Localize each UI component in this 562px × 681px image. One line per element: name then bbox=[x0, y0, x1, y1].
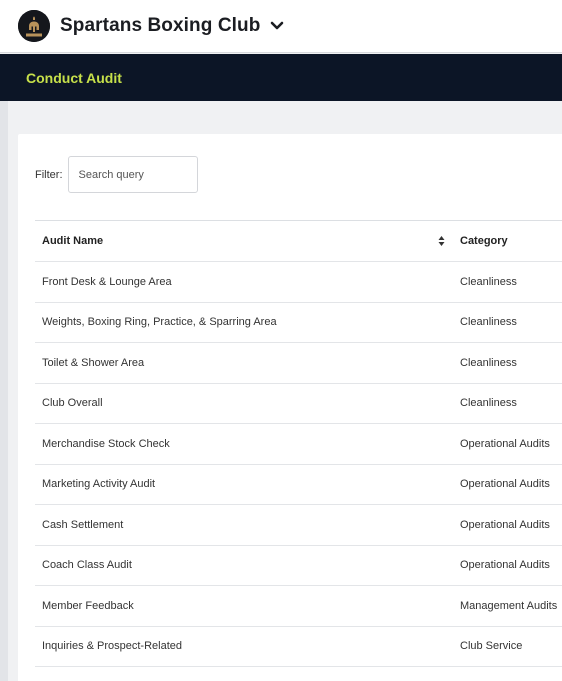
table-row[interactable]: Inquiries & Prospect-Related Club Servic… bbox=[35, 627, 562, 667]
category-cell: Cleanliness bbox=[460, 316, 517, 329]
filter-row: Filter: bbox=[35, 156, 198, 193]
chevron-down-icon[interactable] bbox=[270, 21, 284, 31]
column-header-category[interactable]: Category bbox=[453, 235, 562, 247]
category-cell: Management Audits bbox=[460, 599, 558, 612]
audit-name-cell: Club Overall bbox=[42, 397, 103, 410]
nav-bar: Conduct Audit bbox=[0, 54, 562, 101]
column-header-audit-name[interactable]: Audit Name bbox=[35, 235, 453, 247]
category-cell: Operational Audits bbox=[460, 518, 550, 531]
table-row[interactable]: Coach Class Audit Operational Audits bbox=[35, 546, 562, 586]
table-row[interactable]: Cash Settlement Operational Audits bbox=[35, 505, 562, 546]
category-cell: Operational Audits bbox=[460, 559, 550, 572]
sort-icon[interactable] bbox=[438, 236, 445, 247]
table-row[interactable]: Toilet & Shower Area Cleanliness bbox=[35, 343, 562, 384]
audit-name-cell: Cash Settlement bbox=[42, 518, 124, 531]
category-cell: Club Service bbox=[460, 640, 523, 653]
table-row[interactable]: Club Overall Cleanliness bbox=[35, 384, 562, 424]
category-cell: Cleanliness bbox=[460, 356, 517, 369]
category-cell: Cleanliness bbox=[460, 275, 517, 288]
audit-card: Filter: Audit Name Category Front Desk &… bbox=[18, 134, 562, 681]
table-header: Audit Name Category bbox=[35, 221, 562, 262]
audit-name-cell: Toilet & Shower Area bbox=[42, 356, 145, 369]
top-bar: Spartans Boxing Club bbox=[0, 0, 562, 53]
column-header-label: Category bbox=[460, 235, 508, 247]
table-row[interactable]: Marketing Activity Audit Operational Aud… bbox=[35, 465, 562, 505]
table-row[interactable]: Merchandise Stock Check Operational Audi… bbox=[35, 424, 562, 465]
audit-table: Audit Name Category Front Desk & Lounge … bbox=[35, 220, 562, 667]
spartan-helmet-icon bbox=[18, 10, 50, 42]
category-cell: Cleanliness bbox=[460, 397, 517, 410]
audit-name-cell: Front Desk & Lounge Area bbox=[42, 275, 172, 288]
category-cell: Operational Audits bbox=[460, 437, 550, 450]
side-strip bbox=[0, 101, 8, 681]
table-row[interactable]: Weights, Boxing Ring, Practice, & Sparri… bbox=[35, 303, 562, 343]
search-input[interactable] bbox=[67, 156, 198, 193]
audit-name-cell: Weights, Boxing Ring, Practice, & Sparri… bbox=[42, 316, 277, 329]
audit-name-cell: Merchandise Stock Check bbox=[42, 437, 170, 450]
audit-name-cell: Marketing Activity Audit bbox=[42, 478, 156, 491]
club-logo[interactable] bbox=[18, 10, 50, 42]
table-row[interactable]: Member Feedback Management Audits bbox=[35, 586, 562, 627]
category-cell: Operational Audits bbox=[460, 478, 550, 491]
audit-name-cell: Member Feedback bbox=[42, 599, 134, 612]
filter-label: Filter: bbox=[35, 168, 63, 181]
page-title: Conduct Audit bbox=[26, 69, 122, 86]
audit-name-cell: Coach Class Audit bbox=[42, 559, 132, 572]
column-header-label: Audit Name bbox=[42, 235, 104, 247]
audit-name-cell: Inquiries & Prospect-Related bbox=[42, 640, 183, 653]
table-row[interactable]: Front Desk & Lounge Area Cleanliness bbox=[35, 262, 562, 303]
club-name[interactable]: Spartans Boxing Club bbox=[60, 15, 260, 37]
